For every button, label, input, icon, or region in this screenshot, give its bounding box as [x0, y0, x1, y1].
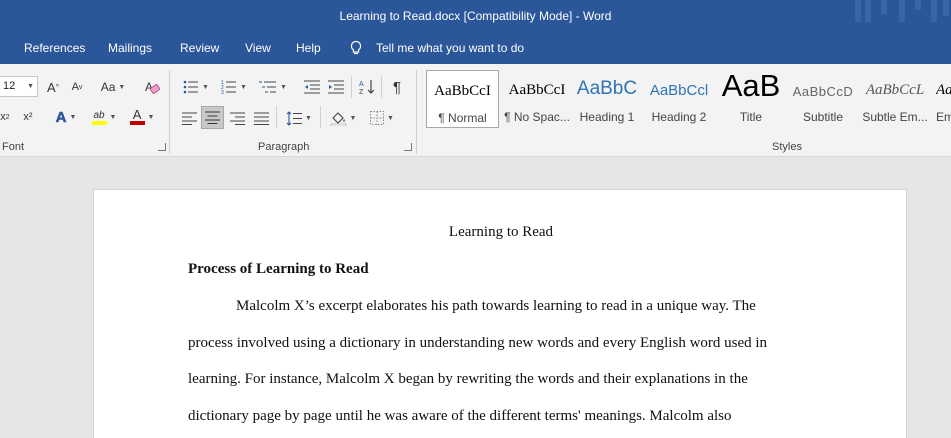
ribbon-separator: [276, 106, 277, 128]
align-center-icon: [205, 111, 220, 124]
justify-icon: [253, 112, 269, 125]
ribbon-separator: [169, 70, 170, 154]
line-spacing-icon: [286, 110, 303, 126]
shading-button[interactable]: ▼: [326, 107, 360, 129]
tell-me-label: Tell me what you want to do: [376, 41, 525, 55]
sort-button[interactable]: A Z: [357, 77, 377, 97]
multilevel-list-button[interactable]: ▼: [256, 77, 290, 97]
sort-icon: A Z: [359, 80, 375, 95]
title-bar-pattern: [851, 0, 951, 22]
justify-button[interactable]: [250, 107, 272, 129]
tab-review[interactable]: Review: [180, 41, 219, 55]
style-subtitle[interactable]: AaBbCcD Subtitle: [788, 70, 858, 128]
line-spacing-button[interactable]: ▼: [282, 107, 316, 129]
tab-help[interactable]: Help: [296, 41, 321, 55]
borders-icon: [370, 111, 385, 125]
eraser-icon: A: [145, 80, 160, 94]
paint-bucket-icon: [330, 111, 346, 126]
ribbon-separator: [351, 76, 352, 98]
font-group-label: Font: [2, 141, 25, 153]
style-title[interactable]: AaB Title: [718, 68, 784, 128]
font-color-swatch: [129, 121, 145, 125]
bullet-list-icon: [183, 80, 199, 94]
tab-references[interactable]: References: [24, 41, 85, 55]
subscript-button[interactable]: x2: [0, 108, 14, 126]
ribbon-tabs: References Mailings Review View Help Tel…: [0, 33, 951, 64]
title-bar: Learning to Read.docx [Compatibility Mod…: [0, 0, 951, 33]
tell-me-search[interactable]: Tell me what you want to do: [348, 40, 524, 56]
font-size-box[interactable]: 12 ▼: [0, 76, 38, 97]
section-heading: Process of Learning to Read: [188, 261, 369, 277]
align-right-icon: [229, 112, 245, 125]
document-canvas[interactable]: Learning to Read Process of Learning to …: [0, 157, 951, 438]
pilcrow-icon: ¶: [392, 78, 402, 96]
highlight-button[interactable]: ab ▼: [86, 107, 122, 127]
change-case-button[interactable]: Aa ▼: [96, 78, 130, 96]
text-effects-button[interactable]: A ▼: [50, 107, 82, 127]
style-emphasis[interactable]: Aa Em: [932, 70, 951, 128]
font-size-value: 12: [3, 80, 16, 92]
indent-icon: [328, 80, 344, 94]
increase-indent-button[interactable]: [326, 77, 346, 97]
window-title: Learning to Read.docx [Compatibility Mod…: [339, 9, 612, 23]
tab-view[interactable]: View: [245, 41, 271, 55]
tab-mailings[interactable]: Mailings: [108, 41, 152, 55]
outdent-icon: [304, 80, 320, 94]
numbering-button[interactable]: 1 2 3 ▼: [218, 77, 250, 97]
align-left-icon: [181, 112, 197, 125]
paragraph-dialog-launcher[interactable]: [404, 143, 412, 151]
decrease-indent-button[interactable]: [302, 77, 322, 97]
style-heading-1[interactable]: AaBbC Heading 1: [574, 70, 640, 128]
paragraph-line: Malcolm X’s excerpt elaborates his path …: [236, 298, 756, 314]
ribbon-separator: [320, 106, 321, 128]
align-right-button[interactable]: [226, 107, 248, 129]
paragraph-group-label: Paragraph: [258, 141, 310, 153]
shrink-font-button[interactable]: Av: [68, 78, 86, 96]
lightbulb-icon: [350, 40, 362, 55]
ribbon-separator: [416, 70, 417, 154]
style-normal[interactable]: AaBbCcI ¶ Normal: [426, 70, 499, 128]
grow-font-button[interactable]: A ^: [44, 78, 62, 96]
clear-formatting-button[interactable]: A: [142, 77, 162, 97]
paragraph-line: process involved using a dictionary in u…: [188, 335, 768, 351]
superscript-button[interactable]: x²: [18, 108, 38, 126]
paragraph-line: learning. For instance, Malcolm X began …: [188, 371, 748, 387]
ribbon: 12 ▼ A ^ Av Aa ▼ A x2 x² A ▼ ab ▼ A ▼ Font: [0, 64, 951, 157]
style-subtle-emphasis[interactable]: AaBbCcL Subtle Em...: [862, 70, 928, 128]
style-no-spacing[interactable]: AaBbCcI ¶ No Spac...: [501, 70, 573, 128]
svg-text:Z: Z: [359, 89, 364, 95]
chevron-down-icon: ▼: [27, 83, 34, 90]
document-page[interactable]: Learning to Read Process of Learning to …: [93, 189, 907, 438]
svg-text:3: 3: [221, 90, 224, 94]
font-dialog-launcher[interactable]: [158, 143, 166, 151]
styles-group-label: Styles: [772, 141, 802, 153]
style-heading-2[interactable]: AaBbCcl Heading 2: [644, 70, 714, 128]
numbered-list-icon: 1 2 3: [221, 80, 237, 94]
bullets-button[interactable]: ▼: [180, 77, 212, 97]
align-left-button[interactable]: [178, 107, 200, 129]
multilevel-list-icon: [259, 81, 277, 93]
highlight-color-swatch: [91, 120, 107, 125]
borders-button[interactable]: ▼: [365, 107, 399, 129]
svg-text:A: A: [359, 81, 364, 88]
show-formatting-button[interactable]: ¶: [387, 77, 407, 97]
styles-gallery: AaBbCcI ¶ Normal AaBbCcI ¶ No Spac... Aa…: [426, 68, 951, 132]
align-center-button[interactable]: [201, 106, 224, 129]
paragraph-line: dictionary page by page until he was awa…: [188, 408, 732, 424]
document-title: Learning to Read: [448, 224, 554, 240]
ribbon-separator: [381, 76, 382, 98]
font-color-button[interactable]: A ▼: [124, 107, 160, 127]
